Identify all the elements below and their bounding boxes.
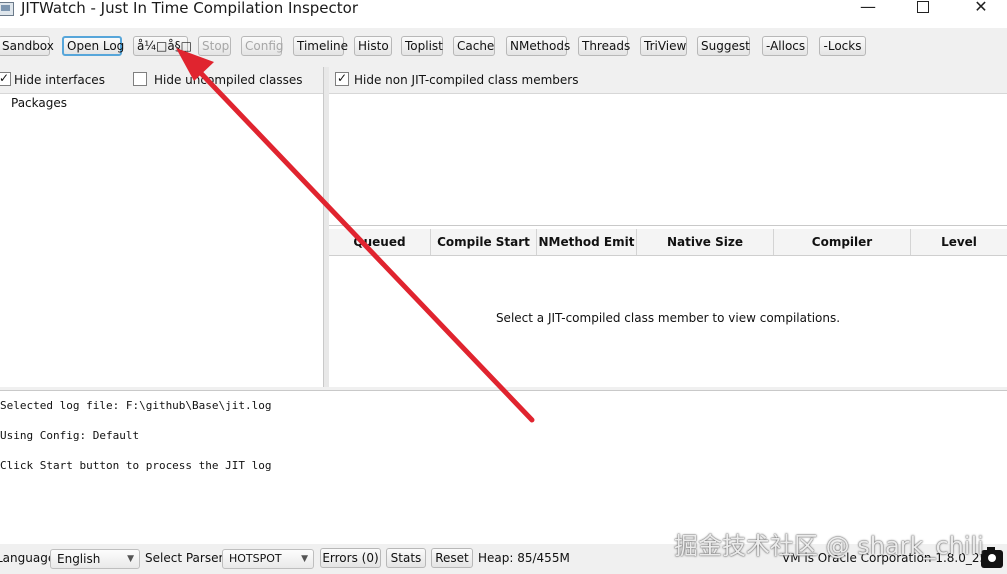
maximize-button[interactable] bbox=[900, 0, 946, 20]
class-tree-options: ✓ Hide interfaces Hide uncompiled classe… bbox=[0, 67, 323, 94]
nmethods-button[interactable]: NMethods bbox=[506, 36, 570, 56]
minimize-button[interactable]: — bbox=[845, 0, 891, 20]
parser-label: Select Parser bbox=[145, 551, 224, 565]
log-output[interactable]: Selected log file: F:\github\Base\jit.lo… bbox=[0, 390, 1007, 545]
stats-button[interactable]: Stats bbox=[386, 548, 426, 568]
hide-uncompiled-checkbox[interactable] bbox=[133, 72, 147, 86]
heap-usage: Heap: 85/455M bbox=[478, 551, 570, 565]
hide-non-jit-label: Hide non JIT-compiled class members bbox=[354, 73, 579, 87]
close-button[interactable]: ✕ bbox=[958, 0, 1004, 20]
packages-tree-root[interactable]: Packages bbox=[11, 96, 67, 110]
timeline-button[interactable]: Timeline bbox=[293, 36, 348, 56]
cache-button[interactable]: Cache bbox=[453, 36, 495, 56]
histo-button[interactable]: Histo bbox=[354, 36, 392, 56]
open-log-button[interactable]: Open Log bbox=[62, 36, 124, 56]
column-compiler[interactable]: Compiler bbox=[774, 229, 911, 255]
errors-button[interactable]: Errors (0) bbox=[320, 548, 381, 568]
column-nmethod-emit[interactable]: NMethod Emit bbox=[537, 229, 637, 255]
watermark: 掘金技术社区 @ shark_chili bbox=[674, 532, 984, 560]
hide-interfaces-label: Hide interfaces bbox=[14, 73, 105, 87]
column-compile-start[interactable]: Compile Start bbox=[431, 229, 537, 255]
hide-non-jit-checkbox[interactable]: ✓ bbox=[335, 72, 349, 86]
hide-interfaces-checkbox[interactable]: ✓ bbox=[0, 72, 11, 86]
camera-icon[interactable] bbox=[981, 547, 1003, 568]
main-toolbar: Sandbox Open Log å¼□å§□ Stop Config Time… bbox=[0, 28, 1007, 66]
chevron-down-icon: ▼ bbox=[301, 554, 308, 564]
app-icon bbox=[0, 2, 14, 16]
start-button-garbled[interactable]: å¼□å§□ bbox=[133, 36, 192, 56]
parser-select[interactable]: HOTSPOT ▼ bbox=[222, 549, 314, 569]
log-line: Selected log file: F:\github\Base\jit.lo… bbox=[0, 399, 272, 412]
maximize-icon bbox=[917, 1, 929, 13]
threads-button[interactable]: Threads bbox=[578, 36, 630, 56]
toplist-button[interactable]: Toplist bbox=[401, 36, 443, 56]
window-titlebar: JITWatch - Just In Time Compilation Insp… bbox=[0, 0, 1007, 28]
window-title: JITWatch - Just In Time Compilation Insp… bbox=[21, 0, 359, 17]
reset-button[interactable]: Reset bbox=[431, 548, 473, 568]
chevron-down-icon: ▼ bbox=[127, 554, 134, 564]
suggest-button[interactable]: Suggest bbox=[697, 36, 750, 56]
empty-table-message: Select a JIT-compiled class member to vi… bbox=[495, 311, 841, 325]
compilations-table: Queued Compile Start NMethod Emit Native… bbox=[329, 229, 1007, 387]
column-queued[interactable]: Queued bbox=[329, 229, 431, 255]
column-native-size[interactable]: Native Size bbox=[637, 229, 774, 255]
allocs-button[interactable]: -Allocs bbox=[762, 36, 808, 56]
member-panel: ✓ Hide non JIT-compiled class members Qu… bbox=[329, 67, 1007, 387]
log-line: Using Config: Default bbox=[0, 429, 140, 442]
language-value: English bbox=[57, 552, 101, 566]
member-list: ✓ Hide non JIT-compiled class members bbox=[329, 67, 1007, 226]
hide-uncompiled-label: Hide uncompiled classes bbox=[154, 73, 303, 87]
locks-button[interactable]: -Locks bbox=[819, 36, 866, 56]
table-header: Queued Compile Start NMethod Emit Native… bbox=[329, 229, 1007, 256]
class-tree-panel: ✓ Hide interfaces Hide uncompiled classe… bbox=[0, 67, 324, 387]
column-level[interactable]: Level bbox=[911, 229, 1007, 255]
triview-button[interactable]: TriView bbox=[640, 36, 687, 56]
config-button[interactable]: Config bbox=[241, 36, 284, 56]
log-line: Click Start button to process the JIT lo… bbox=[0, 459, 272, 472]
sandbox-button[interactable]: Sandbox bbox=[0, 36, 54, 56]
member-options: ✓ Hide non JIT-compiled class members bbox=[329, 67, 1007, 94]
language-select[interactable]: English ▼ bbox=[50, 549, 140, 569]
language-label: Language bbox=[0, 551, 56, 565]
stop-button[interactable]: Stop bbox=[198, 36, 231, 56]
parser-value: HOTSPOT bbox=[229, 552, 282, 565]
